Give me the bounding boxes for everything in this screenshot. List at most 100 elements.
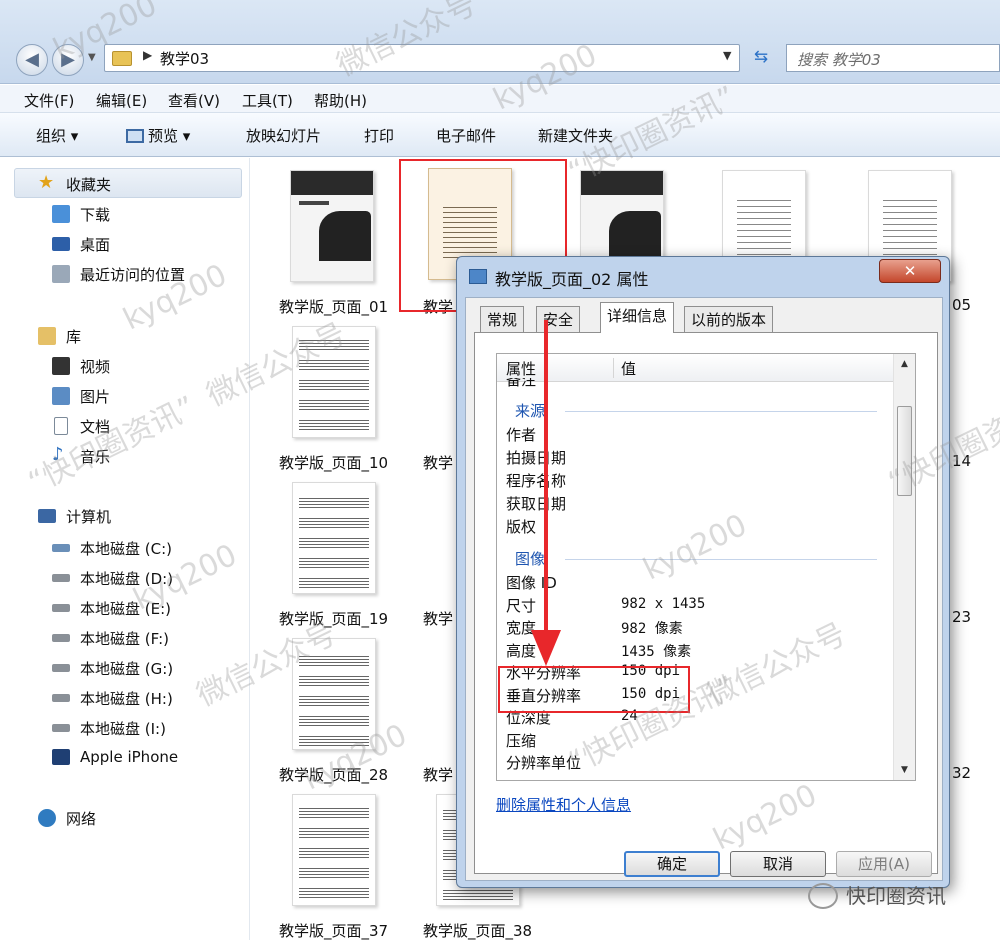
dialog-body: 常规 安全 详细信息 以前的版本 属性 值 备注 来源 作者 拍摄日期 程序名称 获取… [465,297,943,881]
forward-button[interactable]: ▶ [52,44,84,76]
highlight-resolution-rows [498,666,690,713]
file-label[interactable]: 14 [952,452,971,470]
close-button[interactable]: ✕ [879,259,941,283]
slideshow-button[interactable]: 放映幻灯片 [246,125,321,146]
toc-text [883,195,937,265]
refresh-icon[interactable]: ⇆ [746,44,776,72]
annotation-arrow-head [531,630,561,666]
property-row[interactable]: 压缩 [506,730,536,751]
organize-button[interactable]: 组织 ▾ [36,125,78,146]
brand-mark: 快印圈资讯 [808,880,946,909]
thumbnail-page-01[interactable] [290,170,374,282]
property-row[interactable]: 获取日期 [506,493,566,514]
hard-drive-icon [52,634,70,642]
property-row-partial[interactable]: 备注 [506,378,536,390]
piano-image [609,211,661,261]
property-name: 图像 ID [506,574,557,592]
property-row[interactable]: 图像 ID [506,572,557,593]
column-header-property[interactable]: 属性 [506,358,536,379]
file-label[interactable]: 32 [952,764,971,782]
vertical-scrollbar[interactable]: ▲ ▼ [893,354,915,780]
music-staff [299,497,369,509]
ok-button[interactable]: 确定 [624,851,720,877]
tab-previous-versions[interactable]: 以前的版本 [684,306,774,332]
path-segment[interactable]: 教学03 [160,48,209,69]
nav-label: 最近访问的位置 [80,266,186,284]
path-dropdown-icon[interactable]: ▼ [723,49,731,62]
scroll-thumb[interactable] [897,406,912,496]
thumbnail-page-28[interactable] [292,638,376,750]
menu-help[interactable]: 帮助(H) [314,90,367,111]
print-button[interactable]: 打印 [364,125,394,146]
back-button[interactable]: ◀ [16,44,48,76]
search-input[interactable]: 搜索 教学03 [786,44,1000,72]
scroll-up-icon[interactable]: ▲ [894,354,915,374]
property-row[interactable]: 尺寸 [506,595,536,616]
file-label[interactable]: 教学版_页面_01 [279,296,388,317]
file-label[interactable]: 23 [952,608,971,626]
nav-label: 文档 [80,418,111,436]
tab-details[interactable]: 详细信息 [600,302,675,333]
music-staff [299,867,369,879]
file-label[interactable]: 05 [952,296,971,314]
recent-places-icon [52,265,70,283]
new-folder-button[interactable]: 新建文件夹 [538,125,613,146]
thumbnail-page-19[interactable] [292,482,376,594]
email-button[interactable]: 电子邮件 [436,125,496,146]
property-list[interactable]: 属性 值 备注 来源 作者 拍摄日期 程序名称 获取日期 版权 图像 图像 ID 尺寸 98… [496,353,916,781]
menu-view[interactable]: 查看(V) [168,90,220,111]
nav-label: 网络 [66,810,97,828]
command-bar: 组织 ▾ 预览 ▾ 放映幻灯片 打印 电子邮件 新建文件夹 [0,113,1000,157]
property-name: 拍摄日期 [506,449,567,467]
property-row[interactable]: 版权 [506,516,536,537]
file-label[interactable]: 教学 [423,452,453,473]
music-staff [299,379,369,391]
properties-dialog: 教学版_页面_02 属性 ✕ 常规 安全 详细信息 以前的版本 属性 值 备注 … [456,256,950,888]
file-label[interactable]: 教学 [423,764,453,785]
hard-drive-icon [52,694,70,702]
menu-edit[interactable]: 编辑(E) [96,90,147,111]
music-icon: ♪ [52,444,64,465]
music-staff [299,695,369,707]
column-header-value[interactable]: 值 [621,358,636,379]
group-divider [565,411,877,412]
menu-tools[interactable]: 工具(T) [242,90,293,111]
scroll-down-icon[interactable]: ▼ [894,760,915,780]
document-icon [54,417,68,435]
file-label[interactable]: 教学 [423,608,453,629]
property-row[interactable]: 程序名称 [506,470,566,491]
file-label[interactable]: 教学版_页面_38 [423,920,532,940]
thumbnail-page-37[interactable] [292,794,376,906]
cancel-button[interactable]: 取消 [730,851,826,877]
nav-label: 本地磁盘 (C:) [80,540,172,558]
property-row[interactable]: 作者 [506,424,536,445]
history-dropdown-icon[interactable]: ▼ [88,52,96,63]
hard-drive-icon [52,664,70,672]
path-box[interactable]: ▶ 教学03 ▼ [104,44,740,72]
music-staff [299,577,369,589]
remove-properties-link[interactable]: 删除属性和个人信息 [496,794,631,815]
thumbnail-page-10[interactable] [292,326,376,438]
column-divider[interactable] [613,358,614,378]
tab-general[interactable]: 常规 [480,306,525,332]
property-row[interactable]: 拍摄日期 [506,447,566,468]
music-staff [299,557,369,569]
file-label[interactable]: 教学版_页面_37 [279,920,388,940]
music-staff [299,735,369,747]
property-row[interactable]: 分辨率单位 [506,752,581,773]
file-label[interactable]: 教学版_页面_10 [279,452,388,473]
file-label[interactable]: 教学版_页面_28 [279,764,388,785]
tab-security[interactable]: 安全 [536,306,581,332]
property-name: 作者 [506,426,537,444]
chevron-right-icon[interactable]: ▶ [143,48,152,62]
apply-button[interactable]: 应用(A) [836,851,932,877]
annotation-arrow-shaft [544,320,548,640]
property-name: 程序名称 [506,472,567,490]
desktop-icon [52,237,70,251]
file-label[interactable]: 教学版_页面_19 [279,608,388,629]
preview-button[interactable]: 预览 ▾ [126,125,190,146]
music-staff [299,675,369,687]
menu-file[interactable]: 文件(F) [24,90,74,111]
nav-label: 本地磁盘 (D:) [80,570,174,588]
preview-icon [126,129,144,143]
